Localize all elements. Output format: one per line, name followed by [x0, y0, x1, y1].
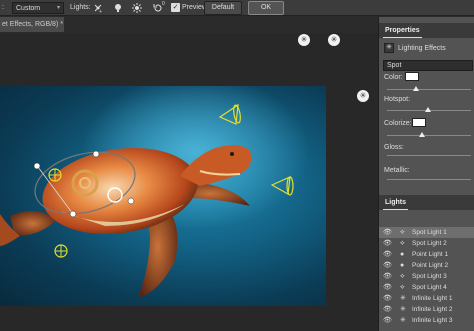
exposure-slider[interactable] [387, 135, 471, 136]
light-row[interactable]: 👁 ⟡ Spot Light 2 [379, 238, 474, 249]
light-name: Spot Light 4 [412, 284, 447, 291]
intensity-slider[interactable] [387, 89, 471, 90]
color-label: Color: [384, 74, 403, 81]
options-bar: : Custom ▾ Lights: + 0 ✓ Preview Default… [0, 0, 474, 16]
light-name: Point Light 1 [412, 251, 449, 258]
infinite-light-icon: ✳ [400, 317, 406, 324]
light-row[interactable]: 👁 ● Point Light 2 [379, 260, 474, 271]
exposure-slider-thumb[interactable] [419, 132, 425, 137]
turtle-image [0, 86, 326, 306]
lights-tab-label: Lights [383, 199, 408, 210]
intensity-slider-thumb[interactable] [413, 86, 419, 91]
color-swatch[interactable] [405, 72, 419, 81]
properties-header: ✳ Lighting Effects [384, 43, 446, 53]
spot-light-icon: ⟡ [400, 240, 405, 247]
eye-icon[interactable]: 👁 [383, 315, 393, 326]
gloss-slider[interactable] [387, 155, 471, 156]
spot-light-icon: ⟡ [400, 273, 405, 280]
metallic-slider[interactable] [387, 179, 471, 180]
light-row[interactable]: 👁 ✳ Infinite Light 3 [379, 315, 474, 326]
presets-label: : [2, 4, 4, 11]
properties-tab-label: Properties [383, 27, 422, 38]
presets-value: Custom [16, 5, 41, 12]
light-row[interactable]: 👁 ✳ Infinite Light 1 [379, 293, 474, 304]
add-infinite-light-icon[interactable] [131, 2, 143, 14]
eye-icon[interactable]: 👁 [383, 293, 393, 304]
lights-label: Lights: [70, 4, 91, 11]
light-name: Infinite Light 1 [412, 295, 453, 302]
infinite-light-handle-icon[interactable]: ✳ [298, 34, 310, 46]
light-name: Spot Light 2 [412, 240, 447, 247]
light-name: Infinite Light 3 [412, 317, 453, 324]
lights-tab[interactable]: Lights [379, 195, 474, 210]
point-light-icon: ● [400, 262, 405, 269]
lighting-effects-label: Lighting Effects [398, 44, 446, 52]
light-row[interactable]: 👁 ⟡ Spot Light 3 [379, 271, 474, 282]
lights-panel-spacer [379, 211, 474, 225]
light-name: Spot Light 1 [412, 229, 447, 236]
properties-tab[interactable]: Properties [379, 23, 474, 38]
light-row[interactable]: 👁 ✳ Infinite Light 2 [379, 304, 474, 315]
light-name: Spot Light 3 [412, 273, 447, 280]
properties-panel: Properties ✳ Lighting Effects Spot Color… [378, 17, 474, 331]
light-row[interactable]: 👁 ⟡ Spot Light 4 [379, 282, 474, 293]
light-type-select[interactable]: Spot [383, 60, 473, 71]
light-row[interactable]: 👁 ● Point Light 1 [379, 249, 474, 260]
light-name: Infinite Light 2 [412, 306, 453, 313]
colorize-swatch[interactable] [412, 118, 426, 127]
infinite-light-icon: ✳ [400, 306, 406, 313]
light-type-value: Spot [387, 62, 402, 69]
document-tab[interactable]: et Effects, RGB/8) * [0, 17, 64, 32]
document-title: et Effects, RGB/8) * [2, 21, 63, 28]
gloss-label: Gloss: [384, 144, 404, 151]
colorize-label: Colorize: [384, 120, 412, 127]
eye-icon[interactable]: 👁 [383, 238, 393, 249]
light-name: Point Light 2 [412, 262, 449, 269]
metallic-label: Metallic: [384, 167, 410, 174]
eye-icon[interactable]: 👁 [383, 227, 393, 238]
spot-light-icon: ⟡ [400, 229, 405, 236]
eye-icon[interactable]: 👁 [383, 282, 393, 293]
svg-text:+: + [99, 9, 102, 14]
light-row[interactable]: 👁 ⟡ Spot Light 1 [379, 227, 474, 238]
eye-icon[interactable]: 👁 [383, 260, 393, 271]
lighting-effects-icon: ✳ [384, 43, 394, 53]
default-button[interactable]: Default [204, 1, 242, 15]
chevron-down-icon: ▾ [56, 5, 60, 11]
rotate-badge: 0 [162, 1, 165, 7]
hotspot-slider-thumb[interactable] [425, 107, 431, 112]
infinite-light-handle-icon[interactable]: ✳ [328, 34, 340, 46]
eye-icon[interactable]: 👁 [383, 271, 393, 282]
presets-select[interactable]: Custom ▾ [12, 2, 64, 14]
infinite-light-handle-icon[interactable]: ✳ [357, 90, 369, 102]
add-spot-light-icon[interactable]: + [92, 2, 104, 15]
ok-button[interactable]: OK [248, 1, 284, 15]
preview-checkbox[interactable]: ✓ [171, 3, 180, 12]
eye-icon[interactable]: 👁 [383, 304, 393, 315]
point-light-icon: ● [400, 251, 405, 258]
hotspot-label: Hotspot: [384, 96, 411, 103]
spot-light-icon: ⟡ [400, 284, 405, 291]
eye-icon[interactable]: 👁 [383, 249, 393, 260]
add-point-light-icon[interactable] [112, 2, 124, 14]
turtle-photo[interactable] [0, 86, 326, 306]
infinite-light-icon: ✳ [400, 295, 406, 302]
